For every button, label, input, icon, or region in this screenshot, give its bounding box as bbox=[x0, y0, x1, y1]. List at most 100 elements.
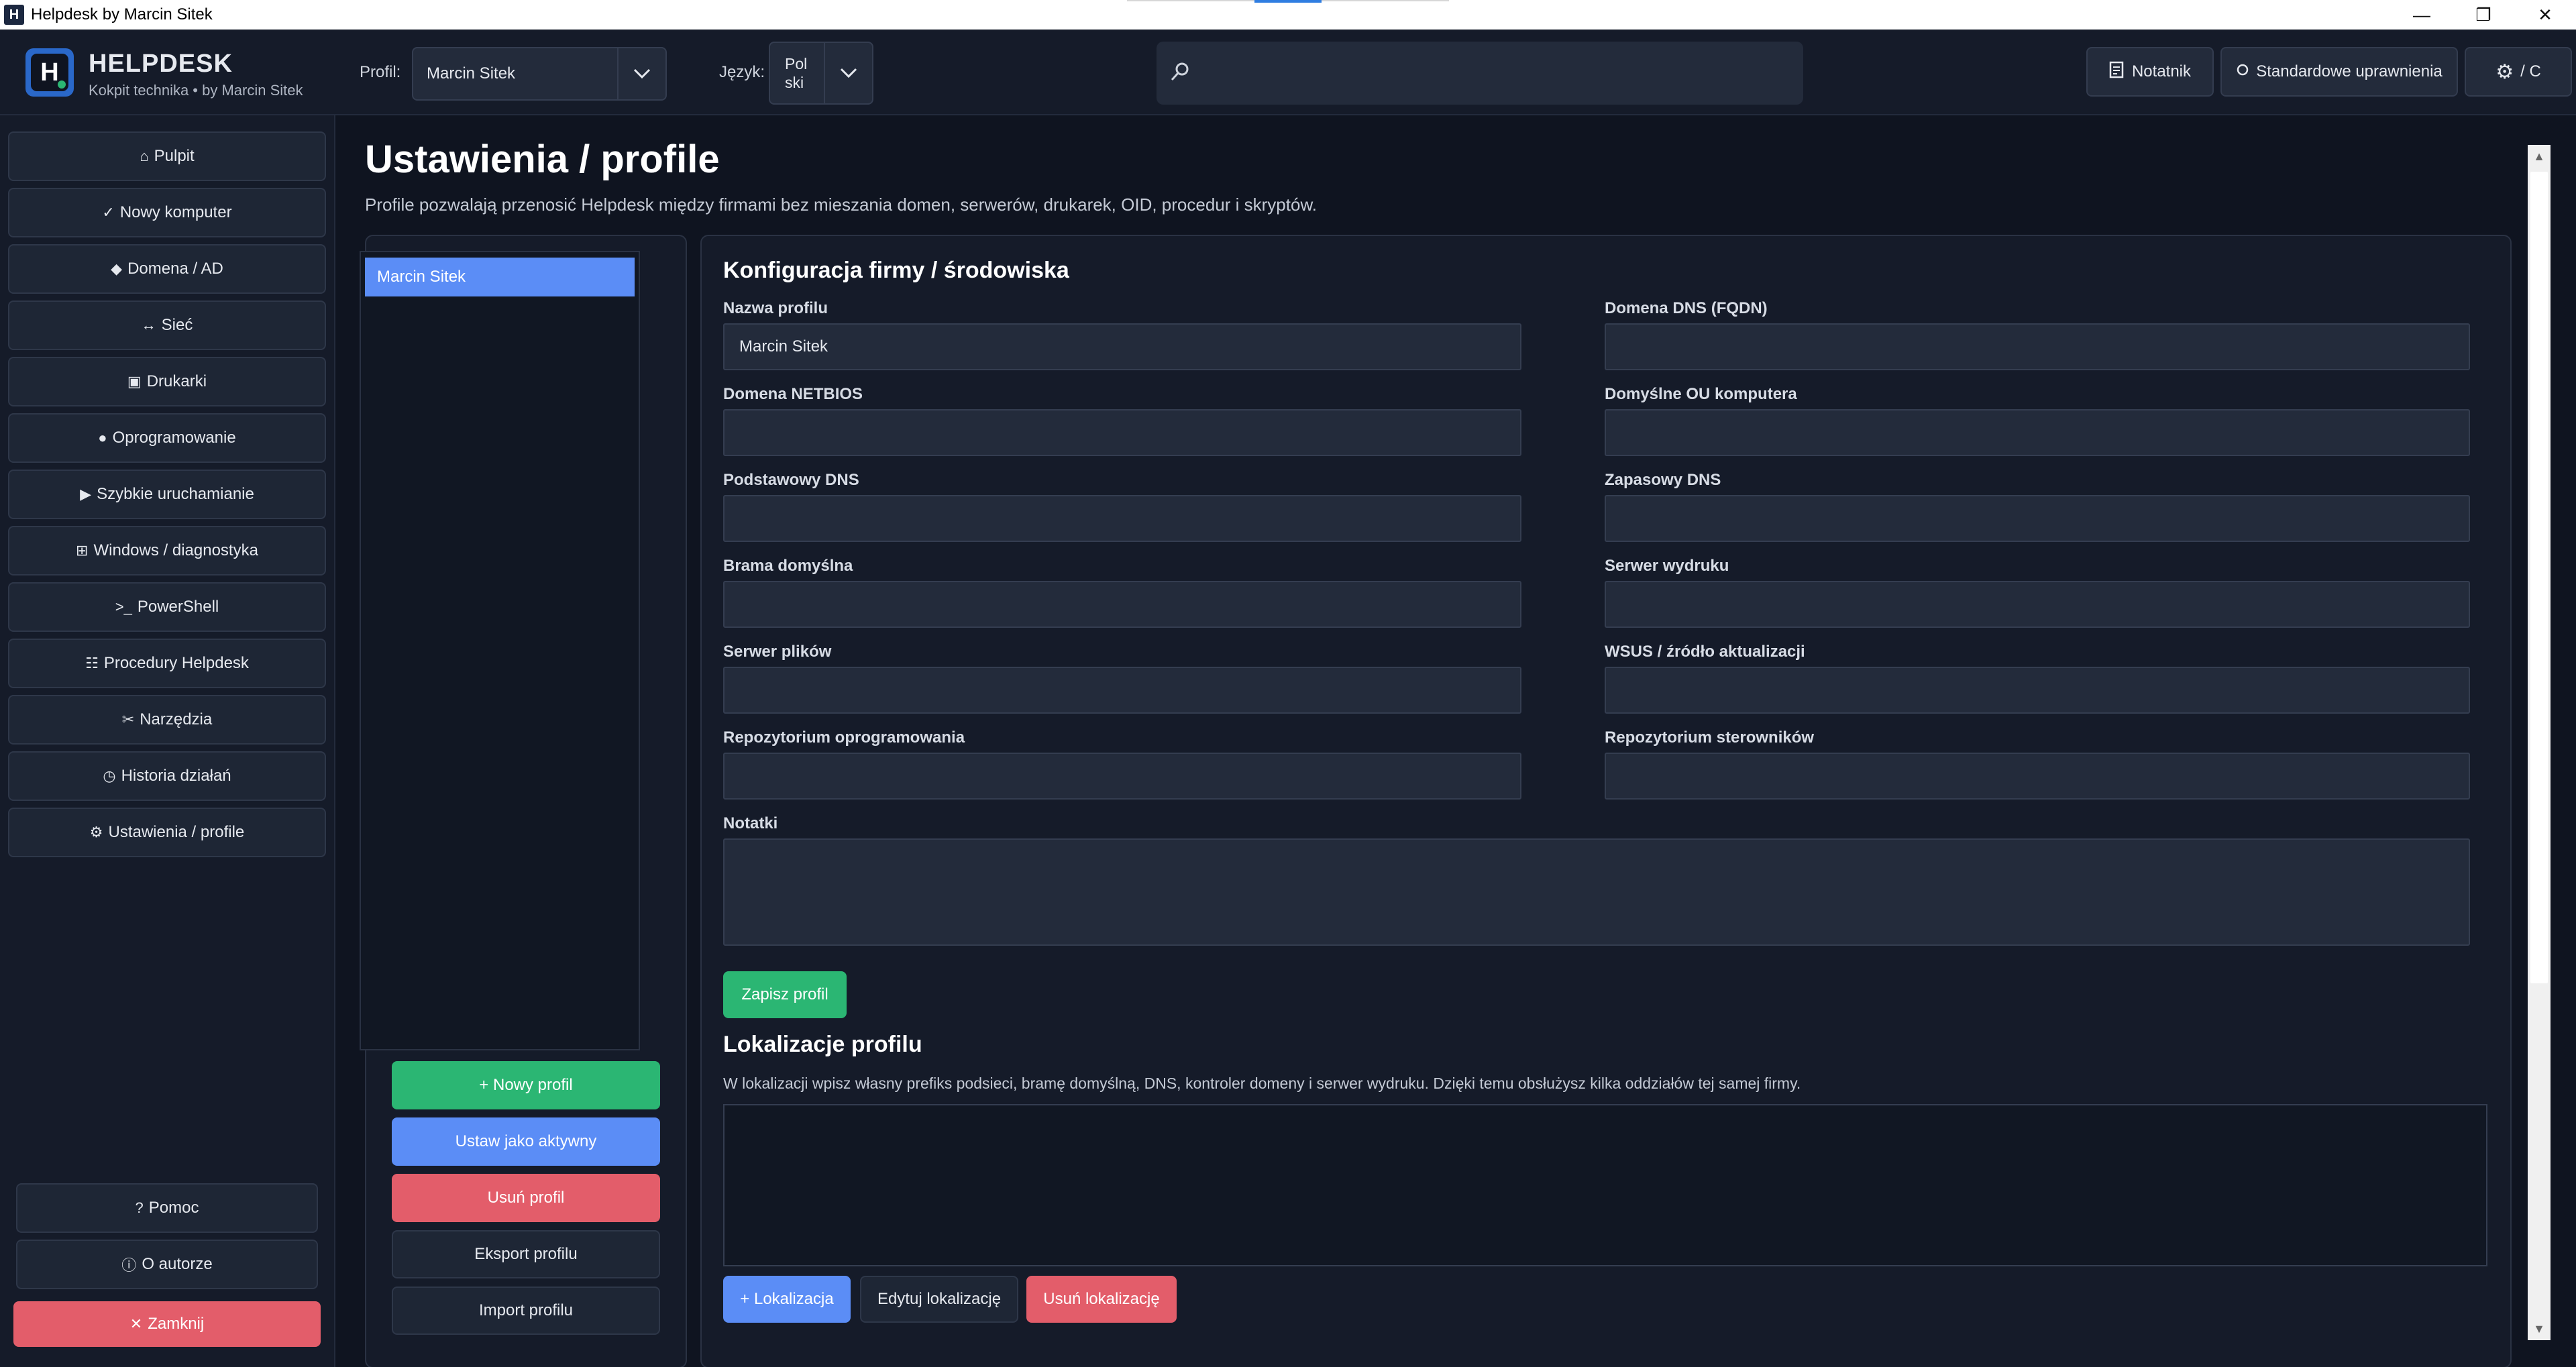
secondary-dns-field[interactable] bbox=[1605, 495, 2470, 542]
permissions-button[interactable]: Standardowe uprawnienia bbox=[2220, 47, 2458, 97]
helpdesk-logo-icon: H bbox=[25, 48, 74, 97]
delete-profile-button[interactable]: Usuń profil bbox=[392, 1174, 660, 1222]
close-window-button[interactable]: ✕ bbox=[2514, 0, 2576, 30]
scrollbar-thumb[interactable] bbox=[2530, 172, 2548, 983]
dot-icon: ● bbox=[98, 429, 107, 446]
sidebar-item-tools[interactable]: ✂ Narzędzia bbox=[8, 695, 326, 745]
sidebar: ⌂ Pulpit ✓ Nowy komputer ◆ Domena / AD ↔ Sie… bbox=[0, 115, 335, 1367]
app-header: H HELPDESK Kokpit technika • by Marcin S… bbox=[0, 30, 2576, 115]
sidebar-item-domain-ad[interactable]: ◆ Domena / AD bbox=[8, 244, 326, 294]
terminal-icon: >_ bbox=[115, 598, 132, 615]
chevron-down-icon bbox=[617, 48, 665, 99]
sidebar-item-label: Ustawienia / profile bbox=[108, 823, 245, 841]
notepad-button[interactable]: Notatnik bbox=[2086, 47, 2214, 97]
sidebar-item-powershell[interactable]: >_ PowerShell bbox=[8, 582, 326, 632]
windows-icon: ⊞ bbox=[76, 542, 89, 559]
sidebar-item-software[interactable]: ● Oprogramowanie bbox=[8, 413, 326, 463]
dns-domain-field[interactable] bbox=[1605, 323, 2470, 370]
search-icon bbox=[1170, 62, 1190, 87]
wsus-field[interactable] bbox=[1605, 667, 2470, 714]
maximize-button[interactable]: ❐ bbox=[2453, 0, 2514, 30]
netbios-label: Domena NETBIOS bbox=[723, 385, 863, 403]
locations-hint: W lokalizacji wpisz własny prefiks podsi… bbox=[723, 1075, 1801, 1092]
sidebar-item-printers[interactable]: ▣ Drukarki bbox=[8, 357, 326, 406]
save-profile-button[interactable]: Zapisz profil bbox=[723, 971, 847, 1018]
new-profile-button[interactable]: + Nowy profil bbox=[392, 1061, 660, 1109]
gear-icon: ⚙ bbox=[2496, 60, 2514, 83]
export-profile-button[interactable]: Eksport profilu bbox=[392, 1230, 660, 1278]
sidebar-item-settings-profiles[interactable]: ⚙ Ustawienia / profile bbox=[8, 808, 326, 857]
close-icon: ✕ bbox=[129, 1315, 143, 1332]
add-location-button[interactable]: + Lokalizacja bbox=[723, 1276, 851, 1323]
sidebar-item-label: PowerShell bbox=[137, 598, 219, 616]
play-icon: ▶ bbox=[80, 486, 92, 502]
sidebar-item-windows-diagnostics[interactable]: ⊞ Windows / diagnostyka bbox=[8, 526, 326, 576]
profile-label: Profil: bbox=[360, 63, 401, 81]
primary-dns-field[interactable] bbox=[723, 495, 1521, 542]
search-input[interactable] bbox=[1205, 42, 1795, 105]
profile-select-value: Marcin Sitek bbox=[427, 64, 516, 83]
driver-repo-field[interactable] bbox=[1605, 753, 2470, 800]
loading-indicator bbox=[1254, 0, 1322, 3]
file-server-field[interactable] bbox=[723, 667, 1521, 714]
notes-field[interactable] bbox=[723, 838, 2470, 946]
profile-list-item-selected[interactable]: Marcin Sitek bbox=[365, 258, 635, 296]
page-title: Ustawienia / profile bbox=[365, 138, 720, 181]
about-button-label: O autorze bbox=[142, 1255, 213, 1273]
exit-button[interactable]: ✕ Zamknij bbox=[13, 1301, 321, 1347]
sidebar-item-procedures[interactable]: ☷ Procedury Helpdesk bbox=[8, 639, 326, 688]
gateway-field[interactable] bbox=[723, 581, 1521, 628]
sidebar-item-label: Oprogramowanie bbox=[112, 429, 236, 447]
gear-icon: ⚙ bbox=[89, 824, 103, 840]
gateway-label: Brama domyślna bbox=[723, 557, 853, 575]
sidebar-item-label: Historia działań bbox=[121, 767, 231, 785]
exit-button-label: Zamknij bbox=[148, 1315, 205, 1333]
language-select[interactable]: Pol ski bbox=[769, 42, 873, 105]
minimize-button[interactable]: — bbox=[2391, 0, 2453, 30]
settings-button-label: / C bbox=[2520, 62, 2541, 80]
brand-subtitle: Kokpit technika • by Marcin Sitek bbox=[89, 82, 303, 99]
scroll-down-icon[interactable]: ▼ bbox=[2528, 1317, 2551, 1340]
profile-list[interactable]: Marcin Sitek bbox=[360, 251, 640, 1050]
app-icon: H bbox=[4, 5, 24, 25]
main-content: Ustawienia / profile Profile pozwalają p… bbox=[337, 115, 2576, 1367]
list-icon: ☷ bbox=[85, 655, 99, 671]
software-repo-label: Repozytorium oprogramowania bbox=[723, 728, 965, 747]
netbios-field[interactable] bbox=[723, 409, 1521, 456]
sidebar-item-label: Narzędzia bbox=[140, 710, 213, 728]
settings-button[interactable]: ⚙ / C bbox=[2465, 47, 2572, 97]
chevron-down-icon bbox=[824, 43, 872, 103]
window-titlebar: H Helpdesk by Marcin Sitek — ❐ ✕ bbox=[0, 0, 2576, 30]
sidebar-item-label: Szybkie uruchamianie bbox=[97, 485, 254, 503]
question-icon: ? bbox=[135, 1199, 144, 1216]
import-profile-button[interactable]: Import profilu bbox=[392, 1287, 660, 1335]
sidebar-item-label: Pulpit bbox=[154, 147, 195, 165]
sidebar-item-label: Sieć bbox=[161, 316, 193, 334]
notes-label: Notatki bbox=[723, 814, 778, 832]
software-repo-field[interactable] bbox=[723, 753, 1521, 800]
sidebar-item-network[interactable]: ↔ Sieć bbox=[8, 300, 326, 350]
profile-select[interactable]: Marcin Sitek bbox=[412, 47, 667, 101]
home-icon: ⌂ bbox=[140, 148, 149, 164]
sidebar-item-quick-launch[interactable]: ▶ Szybkie uruchamianie bbox=[8, 470, 326, 519]
profile-name-field[interactable] bbox=[723, 323, 1521, 370]
scroll-up-icon[interactable]: ▲ bbox=[2528, 145, 2551, 168]
delete-location-button[interactable]: Usuń lokalizację bbox=[1026, 1276, 1177, 1323]
page-subtitle: Profile pozwalają przenosić Helpdesk mię… bbox=[365, 195, 1318, 215]
edit-location-button[interactable]: Edytuj lokalizację bbox=[860, 1276, 1018, 1323]
sidebar-item-history[interactable]: ◷ Historia działań bbox=[8, 751, 326, 801]
main-scrollbar[interactable]: ▲ ▼ bbox=[2528, 145, 2551, 1340]
help-button[interactable]: ? Pomoc bbox=[16, 1183, 318, 1233]
sidebar-item-pulpit[interactable]: ⌂ Pulpit bbox=[8, 131, 326, 181]
about-button[interactable]: ⓘ O autorze bbox=[16, 1240, 318, 1289]
default-ou-field[interactable] bbox=[1605, 409, 2470, 456]
print-server-field[interactable] bbox=[1605, 581, 2470, 628]
file-server-label: Serwer plików bbox=[723, 643, 832, 661]
language-label: Język: bbox=[719, 63, 765, 81]
locations-list[interactable] bbox=[723, 1104, 2487, 1266]
set-active-profile-button[interactable]: Ustaw jako aktywny bbox=[392, 1117, 660, 1166]
sidebar-item-new-computer[interactable]: ✓ Nowy komputer bbox=[8, 188, 326, 237]
global-search[interactable] bbox=[1157, 42, 1803, 105]
info-icon: ⓘ bbox=[121, 1257, 137, 1274]
permissions-button-label: Standardowe uprawnienia bbox=[2256, 62, 2443, 80]
